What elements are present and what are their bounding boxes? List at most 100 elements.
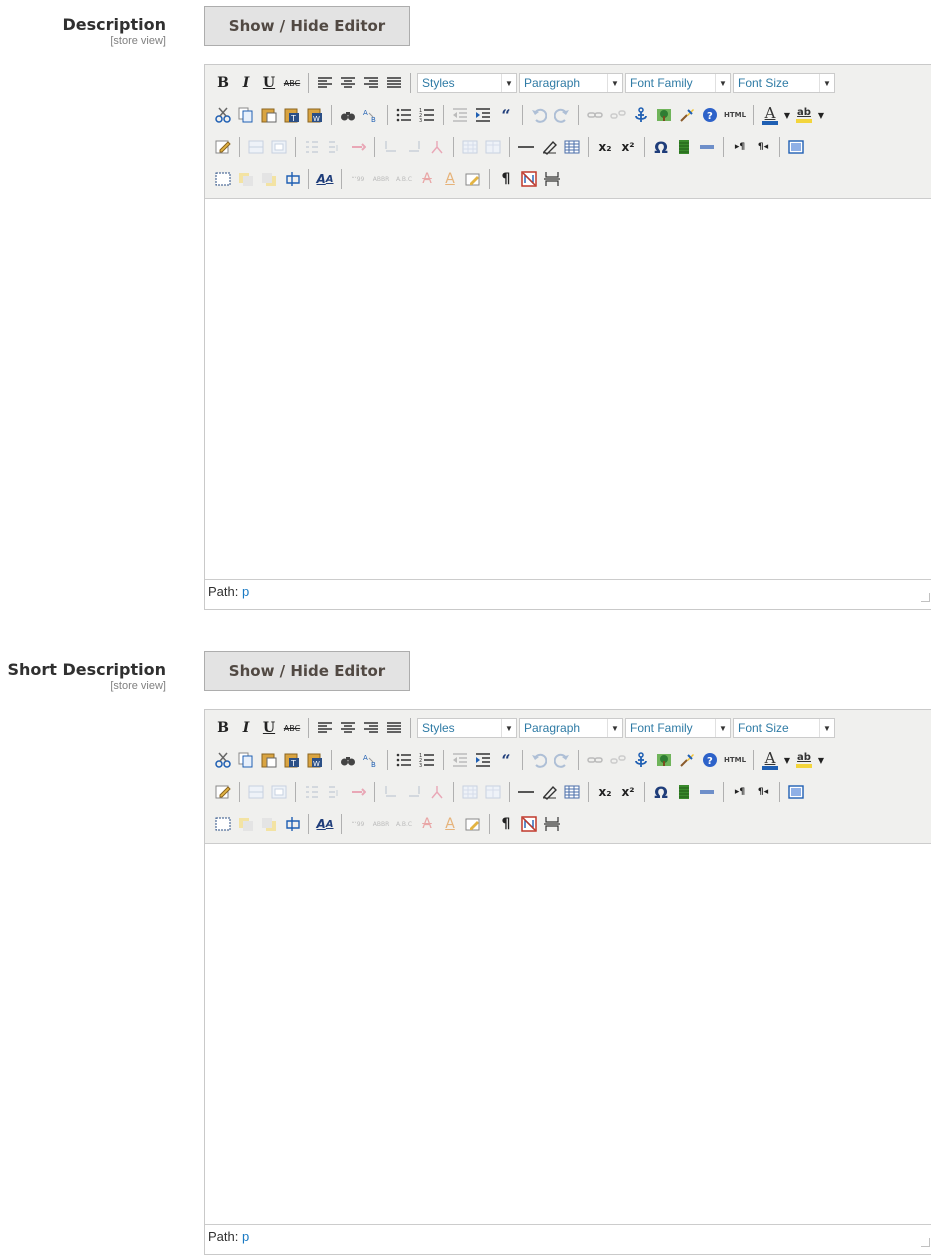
chevron-down-icon[interactable]: ▼ <box>783 105 791 125</box>
table-props-icon[interactable] <box>427 782 447 802</box>
editor-content-area[interactable] <box>205 199 931 579</box>
show-blocks-icon[interactable]: ¶ <box>496 814 516 834</box>
table-props-icon[interactable] <box>427 137 447 157</box>
strikethrough-icon[interactable]: ABC <box>282 718 302 738</box>
row-props-icon[interactable] <box>460 782 480 802</box>
edit-page-icon[interactable] <box>213 137 233 157</box>
image-icon[interactable] <box>654 105 674 125</box>
insert-row-before-icon[interactable] <box>246 782 266 802</box>
move-backward-icon[interactable] <box>259 814 279 834</box>
font-family-dropdown[interactable]: Font Family ▼ <box>625 718 731 738</box>
insert-col-icon[interactable] <box>325 782 345 802</box>
resize-handle-icon[interactable] <box>921 593 930 602</box>
link-icon[interactable] <box>585 750 605 770</box>
superscript-icon[interactable]: x² <box>618 782 638 802</box>
font-size-dropdown[interactable]: Font Size ▼ <box>733 73 835 93</box>
insert-row-after-icon[interactable] <box>269 782 289 802</box>
move-backward-icon[interactable] <box>259 169 279 189</box>
align-right-icon[interactable] <box>361 73 381 93</box>
outdent-icon[interactable] <box>450 105 470 125</box>
split-cells-icon[interactable] <box>381 782 401 802</box>
absolute-position-icon[interactable] <box>282 169 302 189</box>
html-source-icon[interactable]: HTML <box>723 750 747 770</box>
paste-word-icon[interactable]: W <box>305 105 325 125</box>
highlight-color-icon[interactable]: ab <box>794 105 814 125</box>
cut-icon[interactable] <box>213 750 233 770</box>
paragraph-dropdown[interactable]: Paragraph ▼ <box>519 718 623 738</box>
insert-layer-icon[interactable] <box>213 169 233 189</box>
fullscreen-icon[interactable] <box>786 782 806 802</box>
move-forward-icon[interactable] <box>236 814 256 834</box>
table-icon[interactable] <box>562 137 582 157</box>
font-size-dropdown[interactable]: Font Size ▼ <box>733 718 835 738</box>
cut-icon[interactable] <box>213 105 233 125</box>
superscript-icon[interactable]: x² <box>618 137 638 157</box>
split-cells-icon[interactable] <box>381 137 401 157</box>
delete-text-icon[interactable]: A <box>417 169 437 189</box>
absolute-position-icon[interactable] <box>282 814 302 834</box>
cleanup-icon[interactable] <box>677 750 697 770</box>
text-color-icon[interactable]: A <box>760 105 780 125</box>
blockquote-icon[interactable]: “ <box>496 105 516 125</box>
blockquote-icon[interactable]: “ <box>496 750 516 770</box>
delete-col-icon[interactable] <box>348 782 368 802</box>
link-icon[interactable] <box>585 105 605 125</box>
redo-icon[interactable] <box>552 105 572 125</box>
strikethrough-icon[interactable]: ABC <box>282 73 302 93</box>
media-icon[interactable] <box>674 782 694 802</box>
cell-props-icon[interactable] <box>483 137 503 157</box>
show-hide-editor-button[interactable]: Show / Hide Editor <box>204 6 410 46</box>
underline-icon[interactable]: U <box>259 73 279 93</box>
move-forward-icon[interactable] <box>236 169 256 189</box>
italic-icon[interactable]: I <box>236 73 256 93</box>
acronym-icon[interactable]: A.B.C <box>394 814 414 834</box>
numbered-list-icon[interactable]: 123 <box>417 105 437 125</box>
text-color-icon[interactable]: A <box>760 750 780 770</box>
insert-text-icon[interactable]: A <box>440 814 460 834</box>
cell-props-icon[interactable] <box>483 782 503 802</box>
bold-icon[interactable]: B <box>213 73 233 93</box>
attributes-icon[interactable] <box>463 814 483 834</box>
styleprops-icon[interactable]: AA <box>315 814 335 834</box>
insert-text-icon[interactable]: A <box>440 169 460 189</box>
merge-cells-icon[interactable] <box>404 782 424 802</box>
fullscreen-icon[interactable] <box>786 137 806 157</box>
help-icon[interactable]: ? <box>700 750 720 770</box>
replace-icon[interactable]: AB <box>361 105 381 125</box>
ltr-icon[interactable]: ▸¶ <box>730 137 750 157</box>
anchor-icon[interactable] <box>631 750 651 770</box>
find-icon[interactable] <box>338 750 358 770</box>
styles-dropdown[interactable]: Styles ▼ <box>417 73 517 93</box>
align-left-icon[interactable] <box>315 718 335 738</box>
row-props-icon[interactable] <box>460 137 480 157</box>
undo-icon[interactable] <box>529 750 549 770</box>
resize-handle-icon[interactable] <box>921 1238 930 1247</box>
acronym-icon[interactable]: A.B.C <box>394 169 414 189</box>
path-element-link[interactable]: p <box>242 1229 249 1244</box>
paste-icon[interactable] <box>259 750 279 770</box>
copy-icon[interactable] <box>236 750 256 770</box>
align-center-icon[interactable] <box>338 73 358 93</box>
redo-icon[interactable] <box>552 750 572 770</box>
unlink-icon[interactable] <box>608 750 628 770</box>
anchor-icon[interactable] <box>631 105 651 125</box>
bullet-list-icon[interactable] <box>394 750 414 770</box>
abbr-icon[interactable]: ABBR <box>371 169 391 189</box>
show-blocks-icon[interactable]: ¶ <box>496 169 516 189</box>
edit-page-icon[interactable] <box>213 782 233 802</box>
indent-icon[interactable] <box>473 750 493 770</box>
paste-icon[interactable] <box>259 105 279 125</box>
cite-icon[interactable]: “‘99 <box>348 814 368 834</box>
underline-icon[interactable]: U <box>259 718 279 738</box>
cleanup-icon[interactable] <box>677 105 697 125</box>
subscript-icon[interactable]: x₂ <box>595 137 615 157</box>
chevron-down-icon[interactable]: ▼ <box>817 105 825 125</box>
insert-layer-icon[interactable] <box>213 814 233 834</box>
copy-icon[interactable] <box>236 105 256 125</box>
layer-icon[interactable] <box>697 782 717 802</box>
align-center-icon[interactable] <box>338 718 358 738</box>
delete-col-icon[interactable] <box>348 137 368 157</box>
help-icon[interactable]: ? <box>700 105 720 125</box>
path-element-link[interactable]: p <box>242 584 249 599</box>
unlink-icon[interactable] <box>608 105 628 125</box>
